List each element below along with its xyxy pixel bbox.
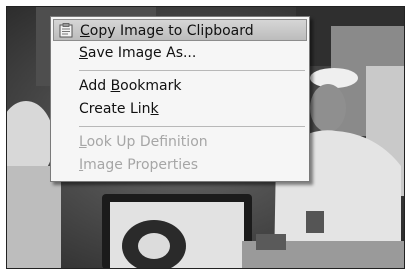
- access-key: B: [110, 78, 121, 94]
- menu-item-label: mage Properties: [83, 157, 199, 173]
- menu-item-label: Add: [79, 78, 111, 94]
- access-key: k: [150, 101, 159, 117]
- menu-separator: [79, 126, 305, 127]
- menu-item-label: ave Image As...: [87, 45, 197, 61]
- access-key: C: [80, 23, 90, 39]
- menu-item-image-properties: Image Properties: [53, 154, 307, 176]
- clipboard-icon: [59, 23, 73, 38]
- menu-item-look-up-definition: Look Up Definition: [53, 131, 307, 153]
- menu-item-label: Create Lin: [79, 101, 151, 117]
- context-menu: Copy Image to Clipboard Save Image As...…: [50, 16, 310, 182]
- menu-item-copy-image-to-clipboard[interactable]: Copy Image to Clipboard: [53, 19, 307, 41]
- menu-separator: [79, 70, 305, 71]
- menu-item-label: opy Image to Clipboard: [89, 23, 254, 39]
- menu-item-save-image-as[interactable]: Save Image As...: [53, 42, 307, 64]
- access-key: S: [79, 45, 88, 61]
- menu-item-label: ook Up Definition: [86, 134, 208, 150]
- menu-item-add-bookmark[interactable]: Add Bookmark: [53, 75, 307, 97]
- menu-item-create-link[interactable]: Create Link: [53, 98, 307, 120]
- menu-item-label: ookmark: [120, 78, 182, 94]
- access-key: L: [79, 134, 87, 150]
